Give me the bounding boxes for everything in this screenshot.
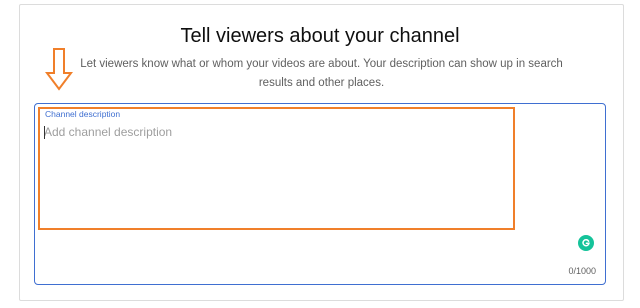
grammarly-g-glyph <box>582 239 590 247</box>
channel-description-label: Channel description <box>45 109 121 119</box>
section-title: Tell viewers about your channel <box>180 25 460 47</box>
down-arrow-outline-icon <box>45 48 73 91</box>
character-counter: 0/1000 <box>568 266 596 276</box>
channel-description-input[interactable] <box>44 124 584 234</box>
grammarly-icon[interactable] <box>578 235 594 251</box>
section-subtitle: Let viewers know what or whom your video… <box>80 58 563 89</box>
text-caret <box>44 126 45 139</box>
